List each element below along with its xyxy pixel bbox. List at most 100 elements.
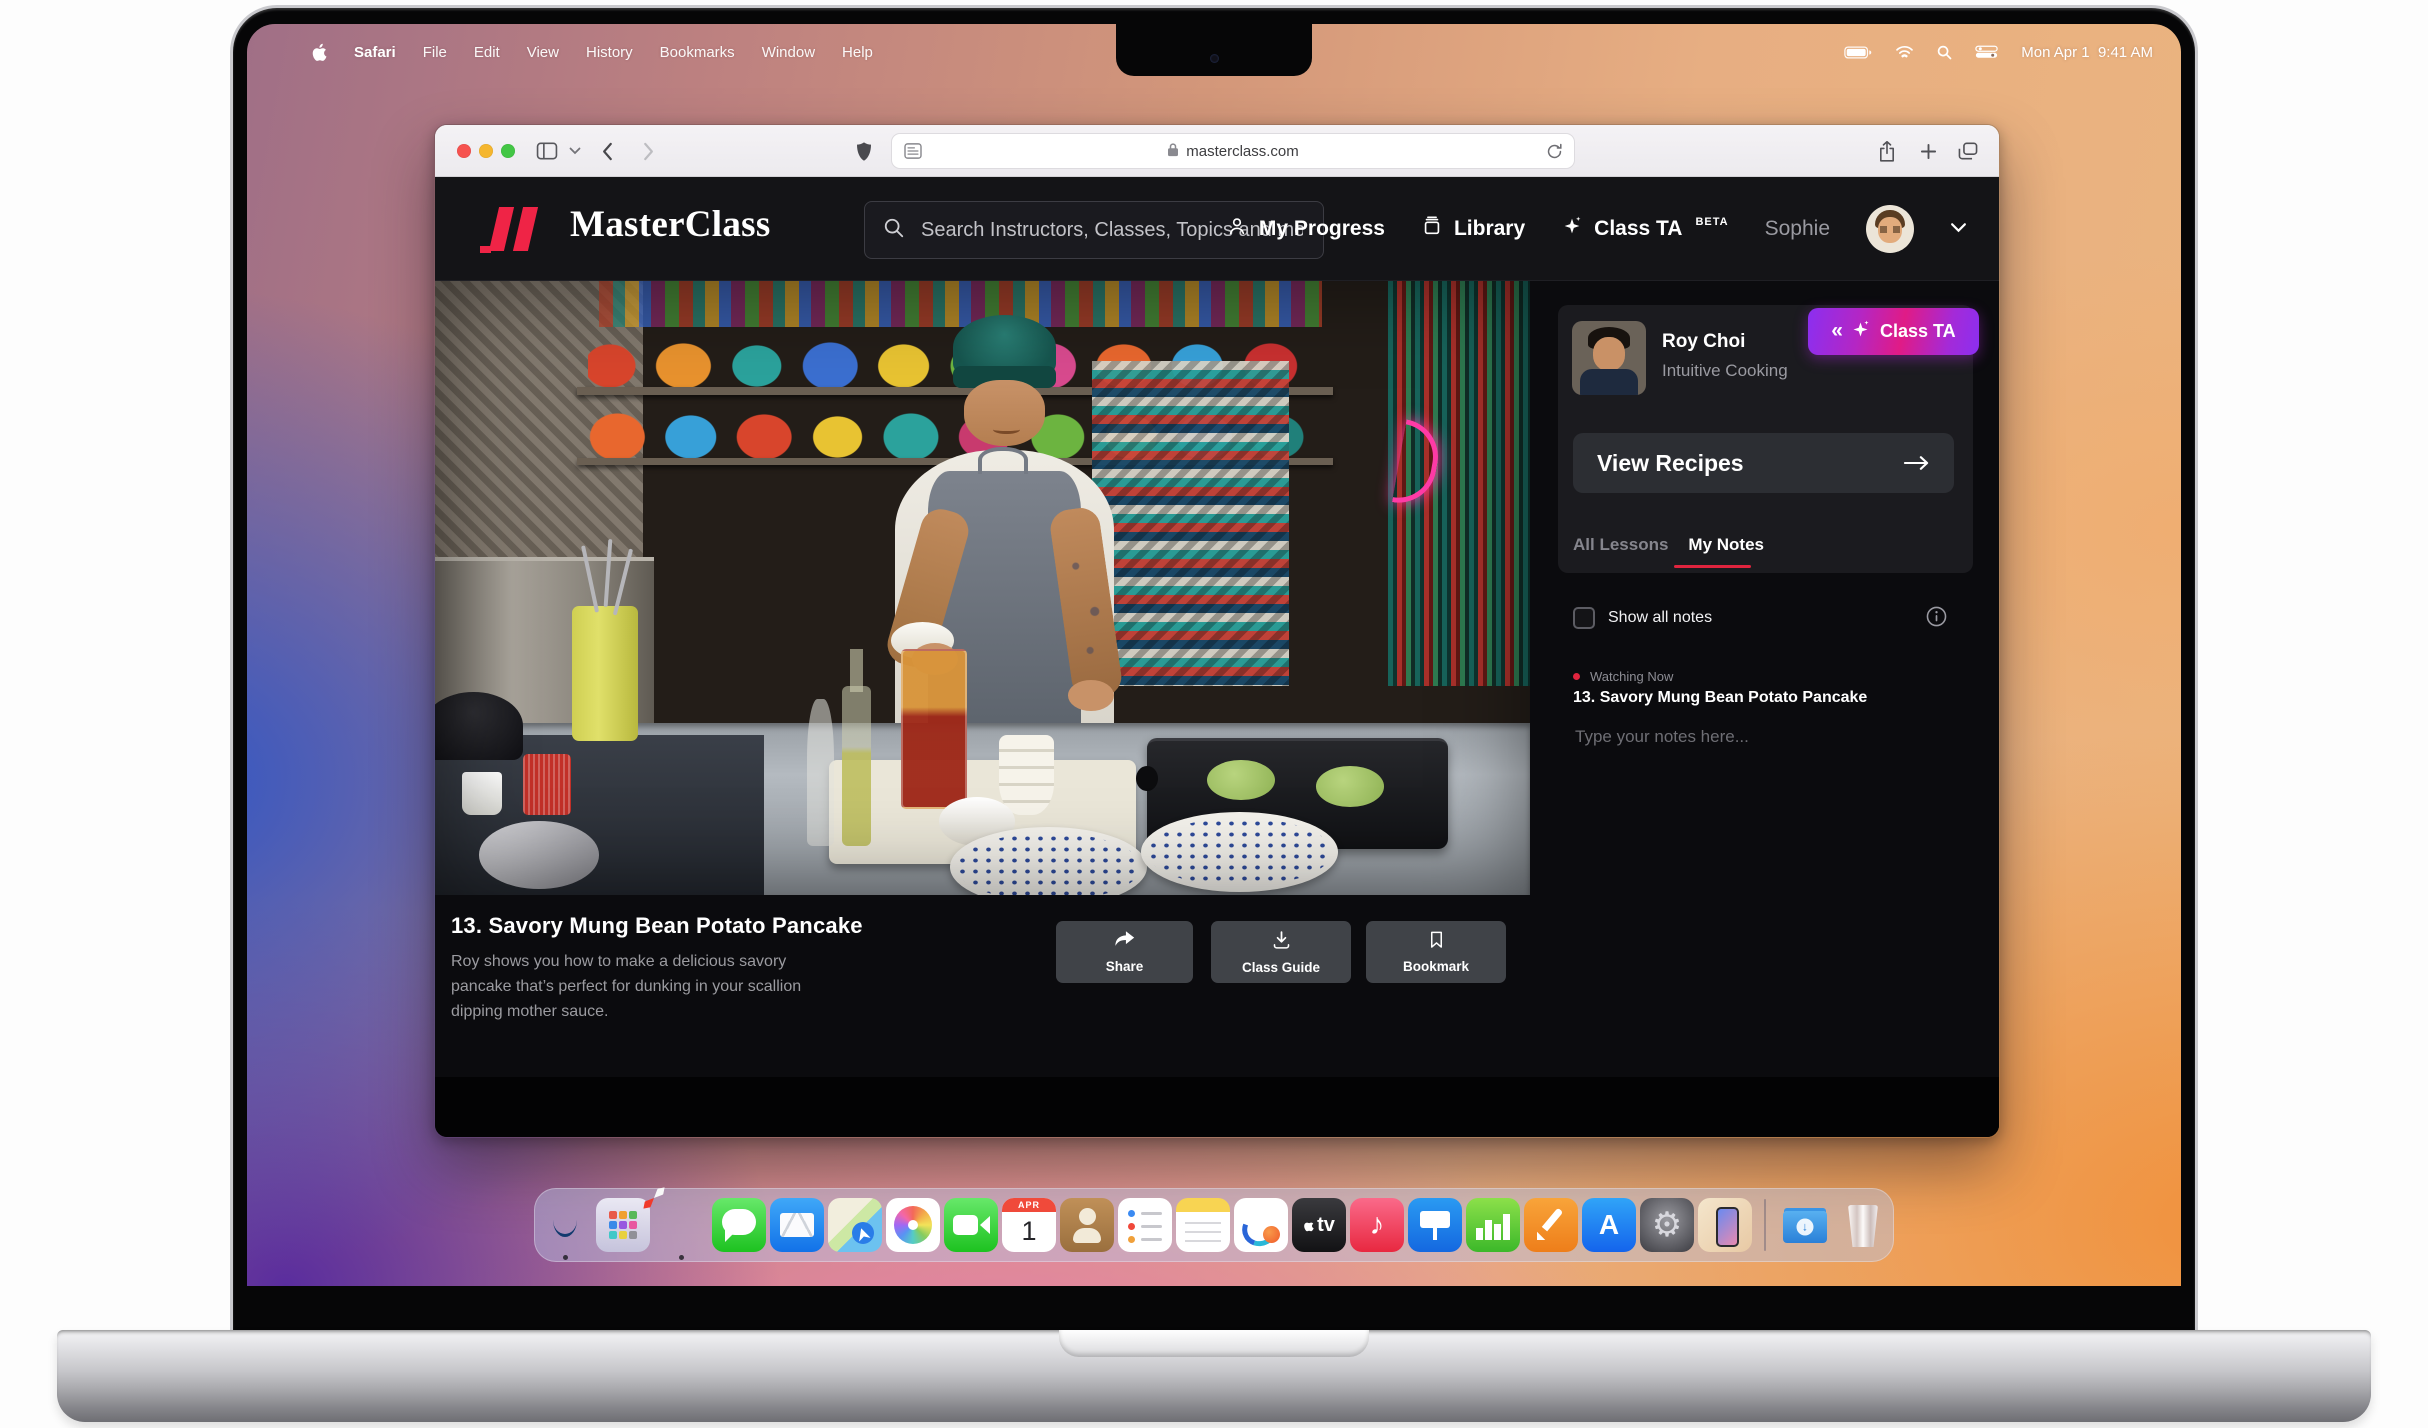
wifi-icon[interactable] — [1895, 45, 1914, 59]
safari-window: masterclass.com — [434, 124, 2000, 1138]
nav-my-progress-label: My Progress — [1259, 217, 1385, 241]
tab-overview-icon[interactable] — [1955, 125, 1981, 177]
class-ta-button[interactable]: « Class TA — [1808, 308, 1979, 355]
dock-music-icon[interactable] — [1350, 1198, 1404, 1252]
dock-mail-icon[interactable] — [770, 1198, 824, 1252]
macbook-screen: Safari File Edit View History Bookmarks … — [247, 24, 2181, 1286]
view-recipes-label: View Recipes — [1597, 450, 1744, 477]
lesson-title: 13. Savory Mung Bean Potato Pancake — [451, 913, 863, 939]
library-icon — [1421, 215, 1443, 243]
panel-tabs: All Lessons My Notes — [1573, 535, 1764, 555]
apple-logo-icon — [1303, 1219, 1314, 1232]
menu-history[interactable]: History — [586, 44, 633, 61]
class-guide-button[interactable]: Class Guide — [1211, 921, 1351, 983]
class-guide-button-label: Class Guide — [1242, 960, 1320, 975]
dock-tv-icon[interactable]: tv — [1292, 1198, 1346, 1252]
dock-calendar-icon[interactable]: APR 1 — [1002, 1198, 1056, 1252]
privacy-shield-icon[interactable] — [853, 125, 875, 177]
back-icon[interactable] — [597, 125, 617, 177]
dock-maps-icon[interactable] — [828, 1198, 882, 1252]
arrow-right-icon — [1903, 450, 1930, 477]
menu-window[interactable]: Window — [762, 44, 815, 61]
tab-my-notes[interactable]: My Notes — [1688, 535, 1764, 555]
battery-icon[interactable] — [1844, 46, 1872, 59]
tab-all-lessons[interactable]: All Lessons — [1573, 535, 1668, 555]
watching-now-row: Watching Now — [1573, 669, 1673, 684]
menu-bookmarks[interactable]: Bookmarks — [660, 44, 735, 61]
share-button[interactable]: Share — [1056, 921, 1193, 983]
user-name[interactable]: Sophie — [1765, 217, 1830, 241]
dock-downloads-icon[interactable] — [1778, 1198, 1832, 1252]
menu-file[interactable]: File — [423, 44, 447, 61]
masterclass-logo-icon[interactable] — [478, 207, 544, 253]
control-center-icon[interactable] — [1975, 45, 1998, 59]
dock-launchpad-icon[interactable] — [596, 1198, 650, 1252]
reader-icon[interactable] — [904, 143, 922, 163]
dock: APR 1 tv — [534, 1188, 1894, 1262]
dock-iphone-mirroring-icon[interactable] — [1698, 1198, 1752, 1252]
bookmark-button-label: Bookmark — [1403, 959, 1469, 974]
video-vignette — [435, 281, 1530, 895]
dock-appstore-icon[interactable] — [1582, 1198, 1636, 1252]
close-window-button[interactable] — [457, 144, 471, 158]
dock-trash-icon[interactable] — [1836, 1198, 1890, 1252]
dock-messages-icon[interactable] — [712, 1198, 766, 1252]
nav-my-progress[interactable]: My Progress — [1226, 215, 1385, 243]
person-icon — [1226, 215, 1248, 243]
sparkle-icon — [1850, 319, 1871, 345]
dock-settings-icon[interactable] — [1640, 1198, 1694, 1252]
apple-logo-icon[interactable] — [311, 43, 327, 62]
watching-now-dot — [1573, 673, 1580, 680]
reload-icon[interactable] — [1546, 143, 1563, 164]
user-avatar[interactable] — [1866, 205, 1914, 253]
header-nav: My Progress Library Class — [1226, 177, 1967, 281]
menu-app-name[interactable]: Safari — [354, 44, 396, 61]
share-button-label: Share — [1106, 959, 1144, 974]
notes-input[interactable] — [1573, 725, 1953, 795]
menu-bar-status: Mon Apr 1 9:41 AM — [1844, 44, 2153, 61]
view-recipes-button[interactable]: View Recipes — [1573, 433, 1954, 493]
spotlight-search-icon[interactable] — [1937, 45, 1952, 60]
instructor-name: Roy Choi — [1662, 331, 1745, 353]
menu-view[interactable]: View — [527, 44, 559, 61]
masterclass-wordmark[interactable]: MasterClass — [570, 203, 771, 246]
chevron-down-icon[interactable] — [1950, 220, 1967, 238]
macbook-lid-notch — [1059, 1330, 1369, 1357]
menu-bar-left: Safari File Edit View History Bookmarks … — [275, 43, 873, 62]
dock-freeform-icon[interactable] — [1234, 1198, 1288, 1252]
menu-help[interactable]: Help — [842, 44, 873, 61]
address-bar[interactable]: masterclass.com — [891, 133, 1575, 169]
nav-library-label: Library — [1454, 217, 1525, 241]
beta-badge: BETA — [1695, 216, 1728, 228]
dock-numbers-icon[interactable] — [1466, 1198, 1520, 1252]
chevron-down-icon[interactable] — [567, 125, 583, 177]
dock-photos-icon[interactable] — [886, 1198, 940, 1252]
dock-reminders-icon[interactable] — [1118, 1198, 1172, 1252]
calendar-day: 1 — [1021, 1212, 1036, 1250]
sidebar-icon[interactable] — [533, 125, 561, 177]
dock-facetime-icon[interactable] — [944, 1198, 998, 1252]
dock-notes-icon[interactable] — [1176, 1198, 1230, 1252]
dock-pages-icon[interactable] — [1524, 1198, 1578, 1252]
lock-icon — [1167, 142, 1179, 161]
watching-now-label: Watching Now — [1590, 669, 1673, 684]
menu-clock[interactable]: Mon Apr 1 9:41 AM — [2021, 44, 2153, 61]
lesson-description: Roy shows you how to make a delicious sa… — [451, 949, 851, 1024]
show-all-notes-checkbox[interactable] — [1573, 607, 1595, 629]
video-player[interactable] — [435, 281, 1530, 895]
zoom-window-button[interactable] — [501, 144, 515, 158]
minimize-window-button[interactable] — [479, 144, 493, 158]
dock-keynote-icon[interactable] — [1408, 1198, 1462, 1252]
info-icon[interactable] — [1926, 606, 1947, 632]
new-tab-icon[interactable] — [1917, 125, 1939, 177]
class-ta-button-label: Class TA — [1880, 321, 1956, 342]
share-icon[interactable] — [1875, 125, 1899, 177]
sparkle-icon — [1561, 215, 1583, 243]
nav-class-ta[interactable]: Class TA BETA — [1561, 215, 1728, 243]
nav-library[interactable]: Library — [1421, 215, 1525, 243]
forward-icon[interactable] — [639, 125, 659, 177]
dock-contacts-icon[interactable] — [1060, 1198, 1114, 1252]
bookmark-icon — [1427, 930, 1446, 954]
bookmark-button[interactable]: Bookmark — [1366, 921, 1506, 983]
menu-edit[interactable]: Edit — [474, 44, 500, 61]
